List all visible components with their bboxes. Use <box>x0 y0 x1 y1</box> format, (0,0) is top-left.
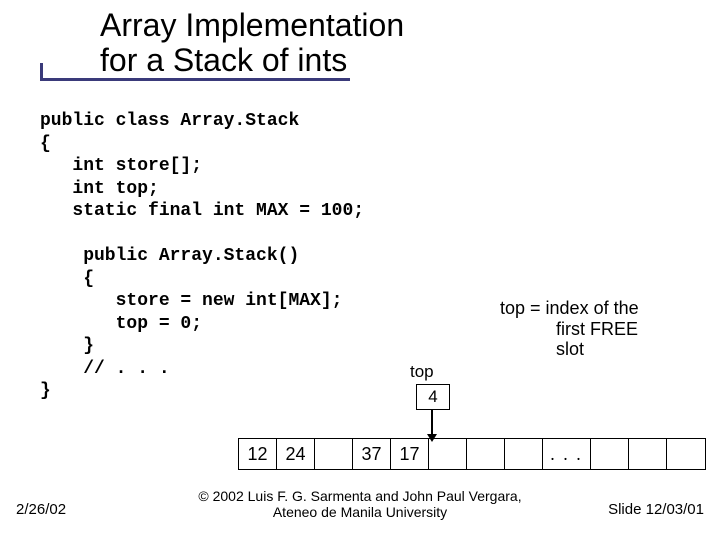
top-variable-box: 4 <box>416 384 450 410</box>
slide-title: Array Implementation for a Stack of ints <box>100 8 404 78</box>
title-rule <box>40 78 350 81</box>
array-cell <box>467 439 505 469</box>
note-line-1: top = index of the <box>500 298 700 319</box>
array-cell: 17 <box>391 439 429 469</box>
array-cell <box>429 439 467 469</box>
code-listing: public class Array.Stack { int store[]; … <box>40 110 364 403</box>
title-rule-tick <box>40 63 43 78</box>
array-cell <box>667 439 705 469</box>
note-line-3: slot <box>500 339 700 360</box>
annotation-note: top = index of the first FREE slot <box>500 298 700 360</box>
title-line-1: Array Implementation <box>100 8 404 43</box>
array-cell: 12 <box>239 439 277 469</box>
footer-slide-number: Slide 12/03/01 <box>608 501 704 518</box>
note-line-2: first FREE <box>500 319 700 340</box>
array-cell: 24 <box>277 439 315 469</box>
array-cell <box>629 439 667 469</box>
array-cell <box>315 439 353 469</box>
title-line-2: for a Stack of ints <box>100 43 404 78</box>
array-cell: 37 <box>353 439 391 469</box>
array-cell-ellipsis: . . . <box>543 439 591 469</box>
top-variable-label: top <box>410 362 434 382</box>
array-diagram: 12 24 37 17 . . . <box>238 438 706 470</box>
array-cell <box>505 439 543 469</box>
array-cell <box>591 439 629 469</box>
